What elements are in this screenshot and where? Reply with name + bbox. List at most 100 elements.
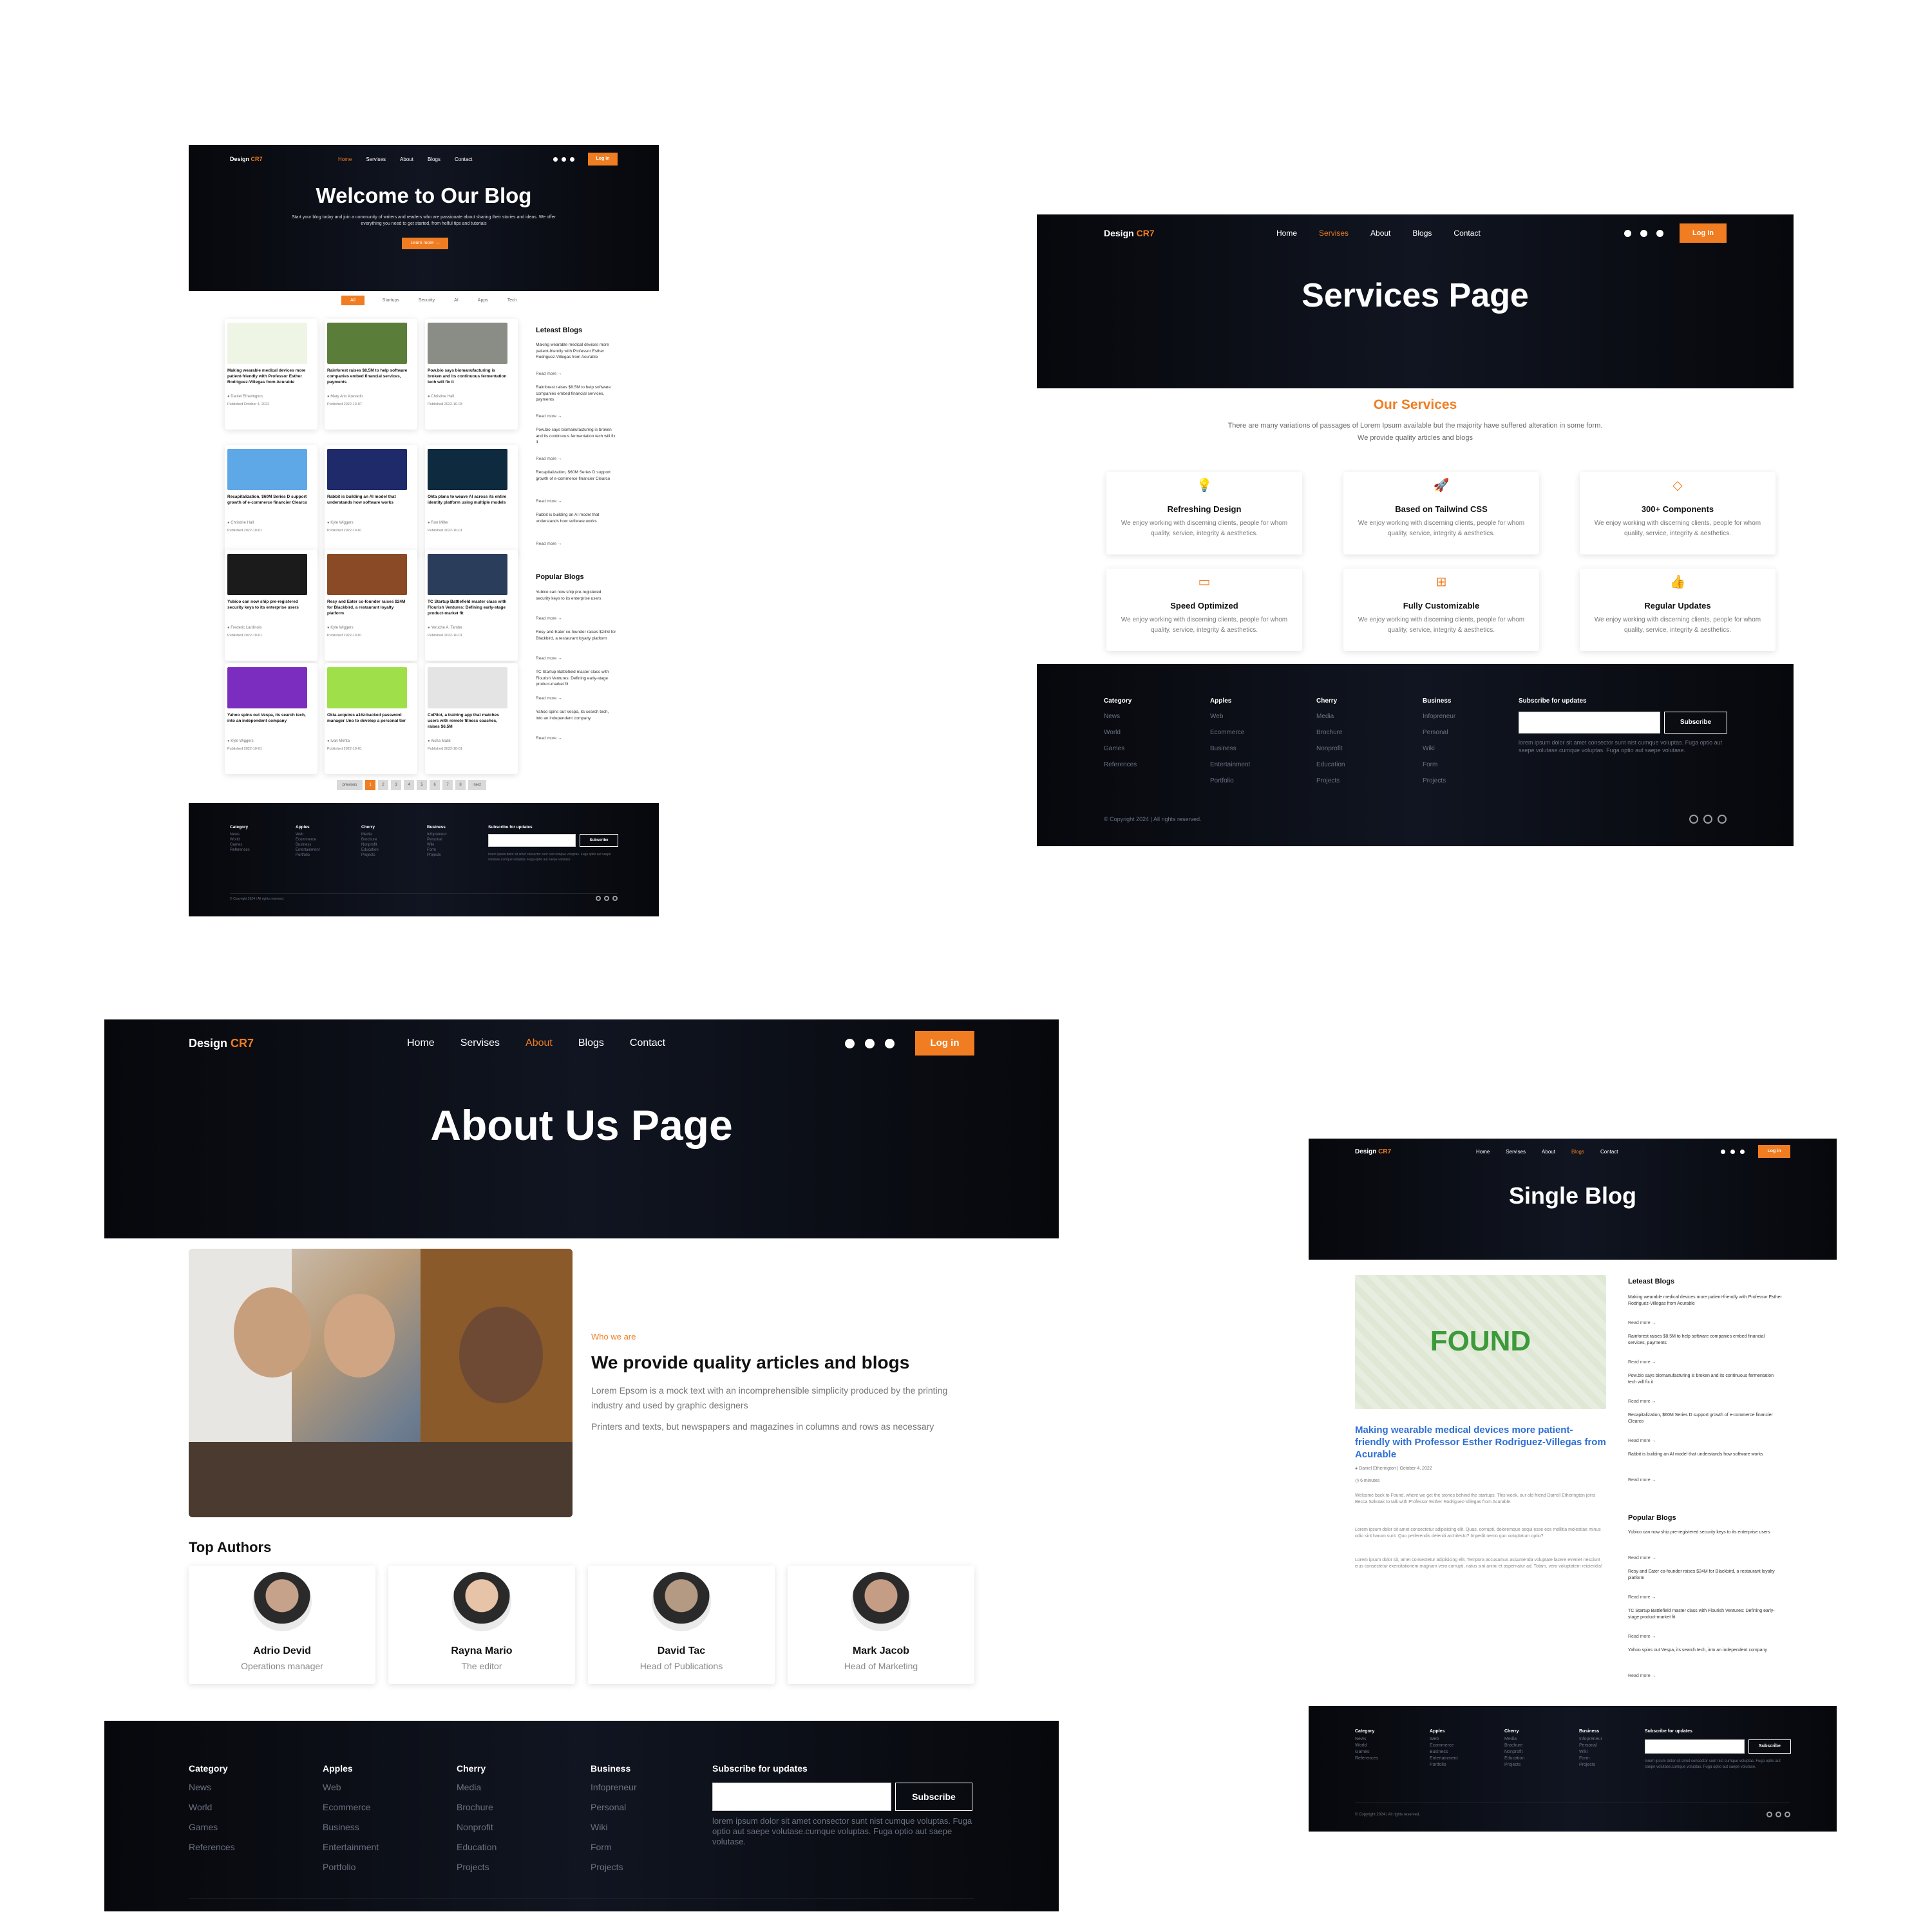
page-button[interactable]: previous bbox=[337, 780, 363, 790]
footer-link[interactable]: World bbox=[1355, 1743, 1378, 1749]
login-button[interactable]: Log in bbox=[915, 1031, 974, 1056]
read-more-link[interactable]: Read more → bbox=[536, 499, 562, 504]
sidebar-post-link[interactable]: Recapitalization, $60M Series D support … bbox=[1628, 1412, 1783, 1425]
footer-link[interactable]: Portfolio bbox=[1210, 773, 1250, 789]
page-button[interactable]: 2 bbox=[378, 780, 388, 790]
post-card[interactable]: TC Startup Battlefield master class with… bbox=[425, 550, 518, 661]
read-more-link[interactable]: Read more → bbox=[1628, 1360, 1656, 1365]
post-title[interactable]: Yahoo spins out Vespa, its search tech, … bbox=[227, 712, 310, 724]
sidebar-post-link[interactable]: Yubico can now ship pre-registered secur… bbox=[536, 589, 616, 601]
twitter-icon[interactable] bbox=[885, 1038, 895, 1048]
dribbble-icon[interactable] bbox=[1730, 1149, 1735, 1154]
footer-link[interactable]: Education bbox=[1504, 1756, 1524, 1762]
page-button[interactable]: 4 bbox=[404, 780, 414, 790]
footer-link[interactable]: Business bbox=[1430, 1749, 1458, 1756]
page-button[interactable]: 7 bbox=[442, 780, 453, 790]
footer-link[interactable]: News bbox=[189, 1777, 235, 1797]
footer-link[interactable]: Ecommerce bbox=[1210, 724, 1250, 741]
nav-about[interactable]: About bbox=[526, 1037, 553, 1049]
read-more-link[interactable]: Read more → bbox=[536, 656, 562, 661]
footer-link[interactable]: Portfolio bbox=[1430, 1762, 1458, 1768]
footer-link[interactable]: Projects bbox=[1316, 773, 1345, 789]
login-button[interactable]: Log in bbox=[1758, 1145, 1790, 1158]
nav-services[interactable]: Servises bbox=[460, 1037, 500, 1049]
footer-link[interactable]: World bbox=[1104, 724, 1137, 741]
login-button[interactable]: Log in bbox=[1680, 223, 1727, 243]
footer-link[interactable]: Ecommerce bbox=[296, 837, 319, 842]
post-title[interactable]: Rainforest raises $8.5M to help software… bbox=[327, 368, 410, 385]
footer-link[interactable]: Personal bbox=[1579, 1743, 1602, 1749]
footer-link[interactable]: Nonprofit bbox=[457, 1817, 497, 1837]
footer-link[interactable]: Education bbox=[1316, 757, 1345, 773]
subscribe-email-input[interactable] bbox=[712, 1783, 891, 1811]
nav-home[interactable]: Home bbox=[1276, 229, 1297, 238]
facebook-icon[interactable] bbox=[1721, 1149, 1725, 1154]
footer-link[interactable]: Web bbox=[323, 1777, 379, 1797]
footer-link[interactable]: Nonprofit bbox=[1316, 741, 1345, 757]
footer-link[interactable]: Projects bbox=[361, 853, 379, 858]
footer-link[interactable]: Wiki bbox=[1423, 741, 1455, 757]
page-button[interactable]: 6 bbox=[430, 780, 440, 790]
footer-link[interactable]: Wiki bbox=[591, 1817, 637, 1837]
footer-link[interactable]: References bbox=[1104, 757, 1137, 773]
read-more-link[interactable]: Read more → bbox=[536, 616, 562, 621]
read-more-link[interactable]: Read more → bbox=[536, 372, 562, 376]
post-title[interactable]: TC Startup Battlefield master class with… bbox=[428, 599, 510, 616]
post-title[interactable]: Resy and Eater co-founder raises $24M fo… bbox=[327, 599, 410, 616]
subscribe-button[interactable]: Subscribe bbox=[1748, 1739, 1791, 1754]
footer-link[interactable]: Games bbox=[1355, 1749, 1378, 1756]
read-more-link[interactable]: Read more → bbox=[1628, 1634, 1656, 1639]
nav-home[interactable]: Home bbox=[407, 1037, 435, 1049]
footer-link[interactable]: Projects bbox=[457, 1857, 497, 1877]
footer-link[interactable]: Ecommerce bbox=[323, 1797, 379, 1817]
page-button[interactable]: 3 bbox=[391, 780, 401, 790]
footer-link[interactable]: Portfolio bbox=[323, 1857, 379, 1877]
footer-link[interactable]: Ecommerce bbox=[1430, 1743, 1458, 1749]
twitter-icon[interactable] bbox=[570, 156, 574, 162]
subscribe-email-input[interactable] bbox=[1519, 712, 1660, 734]
subscribe-button[interactable]: Subscribe bbox=[895, 1783, 972, 1811]
post-title[interactable]: Okta plans to weave AI across its entire… bbox=[428, 494, 510, 506]
sidebar-post-link[interactable]: Making wearable medical devices more pat… bbox=[1628, 1294, 1783, 1307]
nav-about[interactable]: About bbox=[1370, 229, 1390, 238]
dribbble-icon[interactable] bbox=[865, 1038, 875, 1048]
post-card[interactable]: Rabbit is building an AI model that unde… bbox=[325, 445, 417, 556]
login-button[interactable]: Log in bbox=[588, 153, 618, 166]
filter-tab[interactable]: Startups bbox=[381, 298, 401, 305]
footer-link[interactable]: Projects bbox=[1579, 1762, 1602, 1768]
twitter-icon[interactable] bbox=[1740, 1149, 1745, 1154]
footer-link[interactable]: Nonprofit bbox=[1504, 1749, 1524, 1756]
footer-link[interactable]: Education bbox=[457, 1837, 497, 1857]
read-more-link[interactable]: Read more → bbox=[1628, 1399, 1656, 1404]
sidebar-post-link[interactable]: Yahoo spins out Vespa, its search tech, … bbox=[536, 709, 616, 721]
footer-link[interactable]: Business bbox=[296, 842, 319, 848]
author-card[interactable]: Rayna Mario The editor bbox=[388, 1566, 575, 1684]
post-title[interactable]: CoPilot, a training app that matches use… bbox=[428, 712, 510, 730]
read-more-link[interactable]: Read more → bbox=[536, 736, 562, 741]
read-more-link[interactable]: Read more → bbox=[1628, 1321, 1656, 1325]
filter-tab[interactable]: AI bbox=[453, 298, 460, 305]
footer-link[interactable]: Web bbox=[296, 832, 319, 837]
footer-link[interactable]: Projects bbox=[427, 853, 447, 858]
facebook-icon[interactable] bbox=[1624, 229, 1631, 237]
subscribe-email-input[interactable] bbox=[1645, 1739, 1745, 1754]
instagram-icon[interactable] bbox=[1703, 815, 1712, 824]
nav-services[interactable]: Servises bbox=[366, 156, 386, 162]
nav-blogs[interactable]: Blogs bbox=[1412, 229, 1432, 238]
twitter-icon[interactable] bbox=[1689, 815, 1698, 824]
post-card[interactable]: Yubico can now ship pre-registered secur… bbox=[225, 550, 317, 661]
post-title[interactable]: Recapitalization, $60M Series D support … bbox=[227, 494, 310, 506]
footer-link[interactable]: References bbox=[230, 848, 250, 853]
page-button[interactable]: 8 bbox=[455, 780, 466, 790]
sidebar-post-link[interactable]: Resy and Eater co-founder raises $24M fo… bbox=[1628, 1569, 1783, 1582]
footer-link[interactable]: Infopreneur bbox=[1423, 708, 1455, 724]
nav-services[interactable]: Servises bbox=[1319, 229, 1349, 238]
sidebar-post-link[interactable]: Yubico can now ship pre-registered secur… bbox=[1628, 1530, 1783, 1536]
footer-link[interactable]: Entertainment bbox=[1430, 1756, 1458, 1762]
footer-link[interactable]: Entertainment bbox=[296, 848, 319, 853]
footer-link[interactable]: Form bbox=[591, 1837, 637, 1857]
sidebar-post-link[interactable]: Pow.bio says biomanufacturing is broken … bbox=[1628, 1373, 1783, 1386]
read-more-link[interactable]: Read more → bbox=[536, 696, 562, 701]
footer-link[interactable]: Projects bbox=[1423, 773, 1455, 789]
post-title[interactable]: Pow.bio says biomanufacturing is broken … bbox=[428, 368, 510, 385]
